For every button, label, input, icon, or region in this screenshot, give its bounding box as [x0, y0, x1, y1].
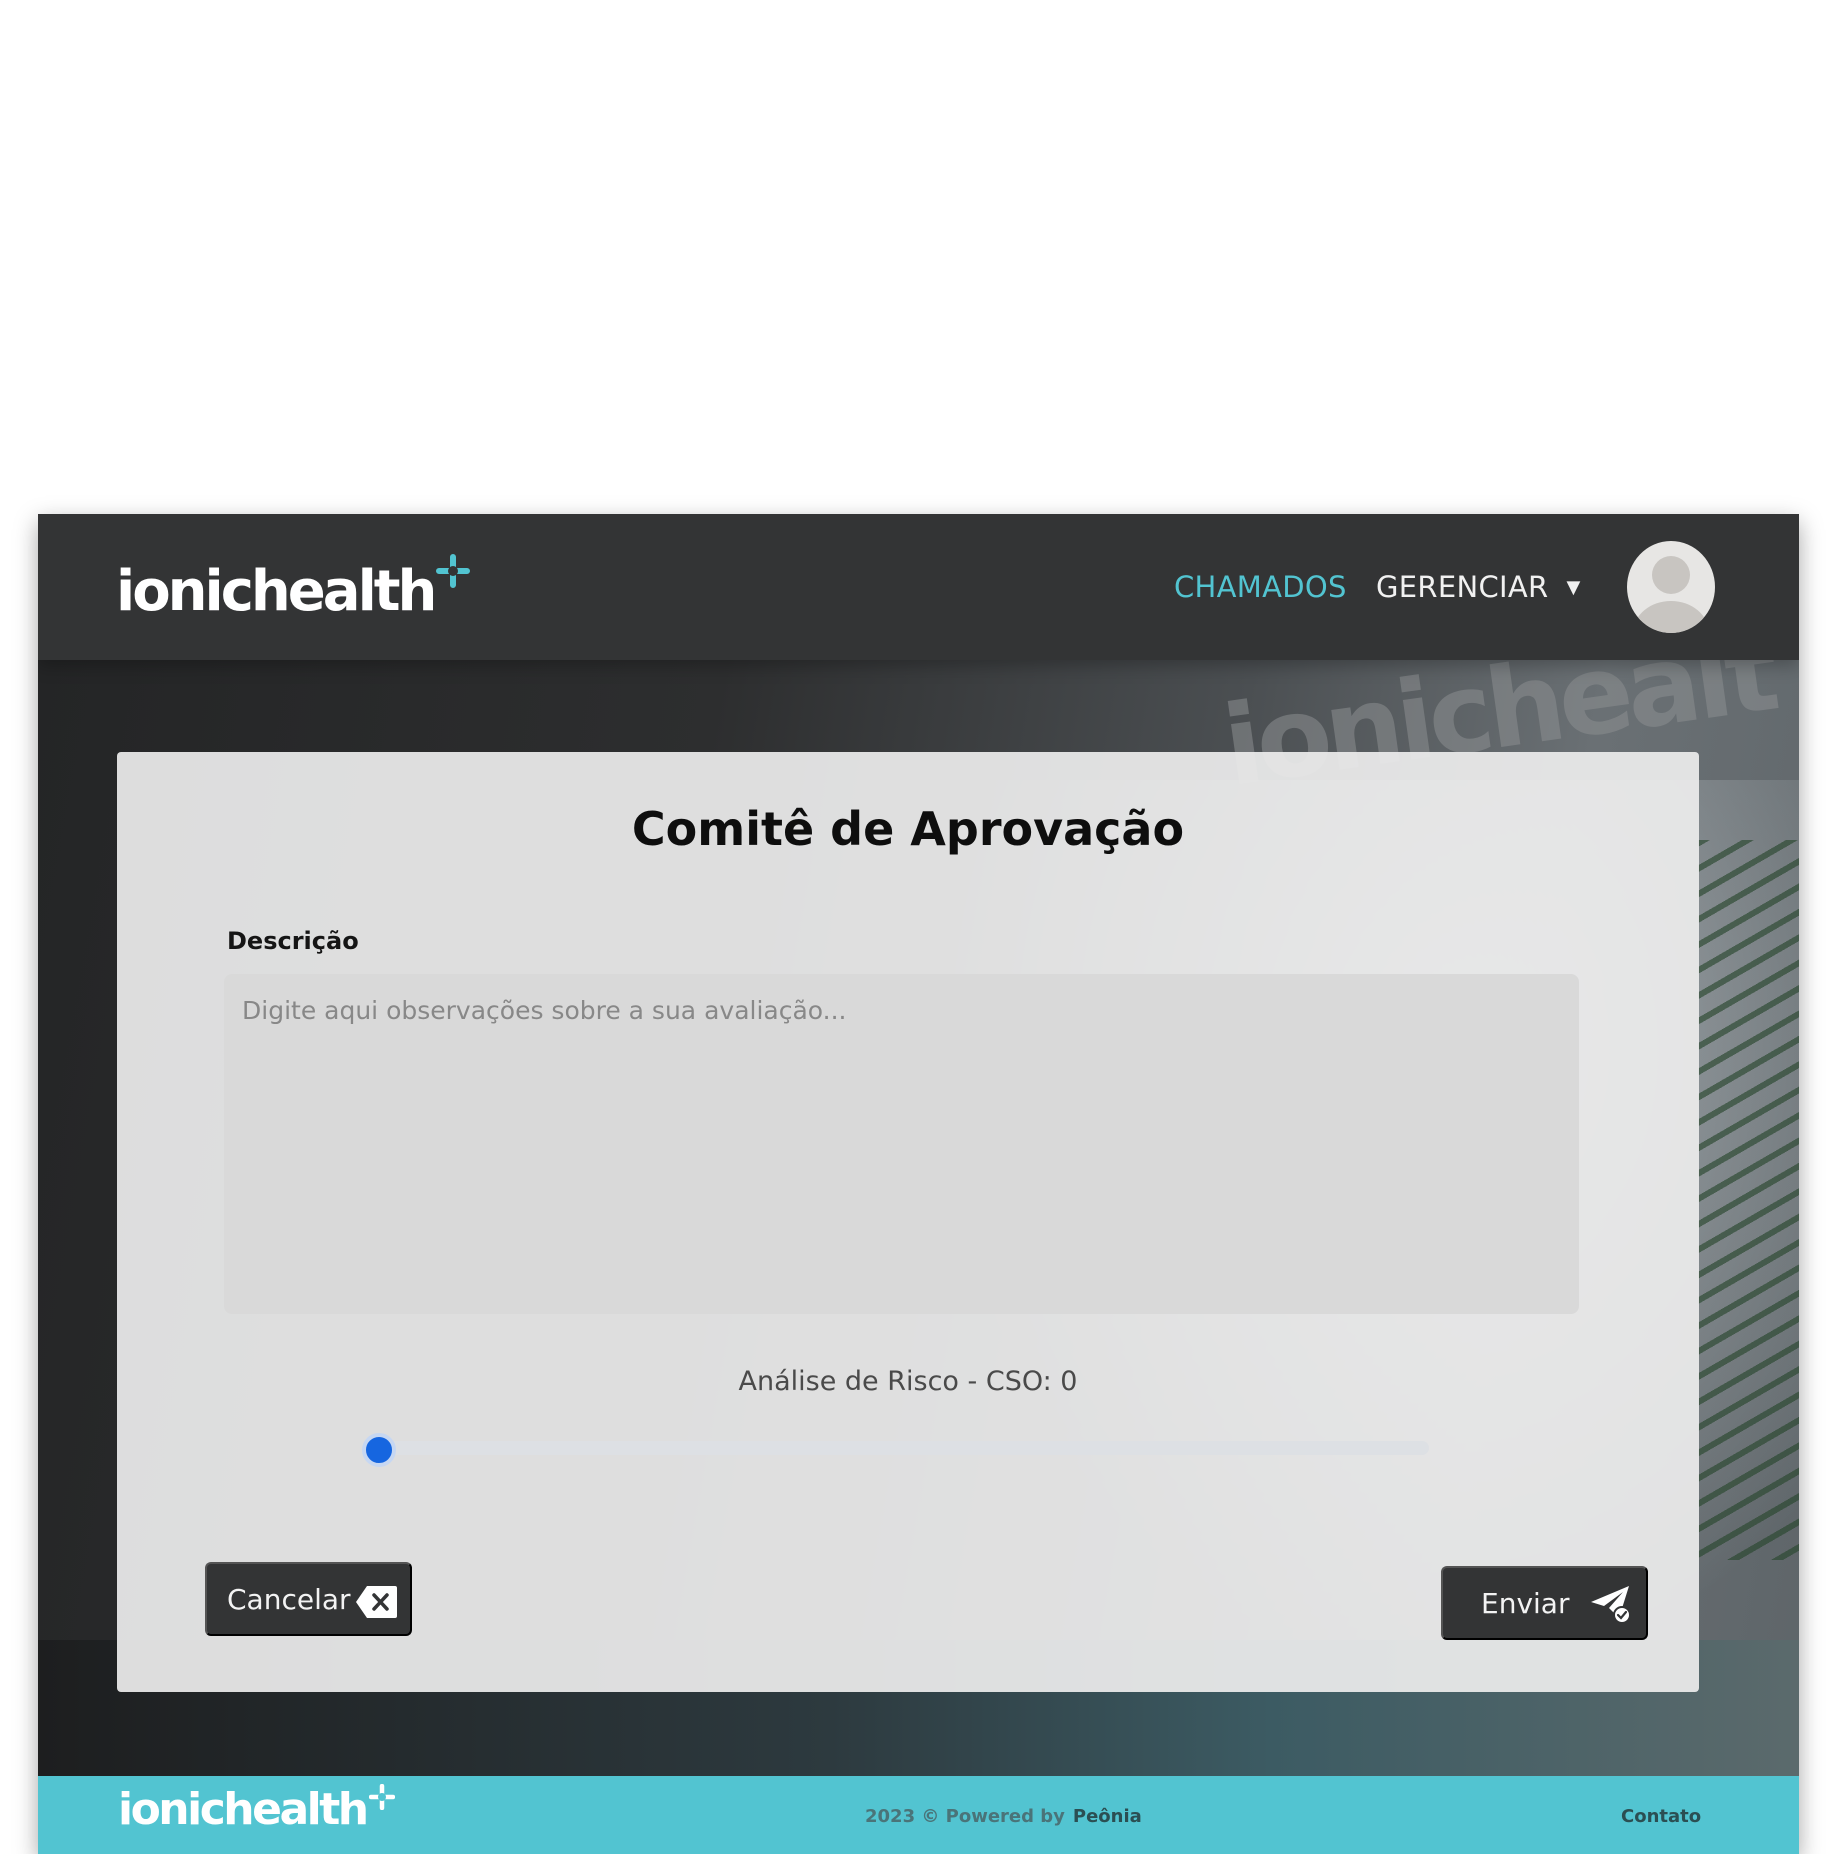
backspace-x-icon — [356, 1586, 397, 1618]
send-button-label: Enviar — [1481, 1586, 1570, 1620]
description-label: Descrição — [227, 927, 359, 955]
brand-logo[interactable]: ionichealth — [116, 552, 471, 632]
send-button[interactable]: Enviar — [1441, 1566, 1648, 1640]
footer: ionichealth 2023 © Powered by Peônia Cont… — [38, 1776, 1799, 1854]
risk-analysis-label: Análise de Risco - CSO: 0 — [738, 1366, 1078, 1397]
brand-name: ionichealth — [116, 559, 437, 624]
description-textarea[interactable] — [224, 974, 1579, 1314]
chevron-down-icon: ▼ — [1566, 576, 1581, 598]
copyright-text: 2023 © Powered by — [865, 1806, 1065, 1827]
footer-logo[interactable]: ionichealth — [118, 1784, 395, 1835]
approval-card: Comitê de Aprovação Descrição Análise de… — [117, 752, 1699, 1692]
plus-cross-icon — [368, 1784, 395, 1810]
app-window: ionichealt ionichealth CHAMADOS GERENCIA… — [38, 514, 1799, 1854]
plus-cross-icon — [436, 554, 471, 588]
footer-brand-name: ionichealth — [118, 1784, 369, 1835]
risk-slider-thumb[interactable] — [362, 1433, 396, 1467]
avatar-silhouette — [1633, 556, 1709, 633]
footer-copyright: 2023 © Powered by Peônia — [865, 1806, 1142, 1827]
powered-by-link[interactable]: Peônia — [1073, 1806, 1142, 1827]
paper-plane-check-icon — [1591, 1586, 1631, 1624]
top-navbar: ionichealth CHAMADOS GERENCIAR ▼ — [38, 514, 1799, 660]
user-avatar-icon[interactable] — [1627, 541, 1715, 633]
background-plant — [1698, 840, 1799, 1560]
risk-slider-track[interactable] — [366, 1441, 1429, 1455]
cancel-button-label: Cancelar — [227, 1582, 351, 1616]
nav-gerenciar-dropdown[interactable]: GERENCIAR ▼ — [1376, 514, 1581, 660]
nav-chamados[interactable]: CHAMADOS — [1174, 514, 1347, 660]
nav-chamados-label: CHAMADOS — [1174, 570, 1347, 604]
cancel-button[interactable]: Cancelar — [205, 1562, 412, 1636]
nav-gerenciar-label: GERENCIAR — [1376, 570, 1549, 604]
contact-link[interactable]: Contato — [1621, 1806, 1701, 1827]
page-title: Comitê de Aprovação — [631, 802, 1185, 856]
